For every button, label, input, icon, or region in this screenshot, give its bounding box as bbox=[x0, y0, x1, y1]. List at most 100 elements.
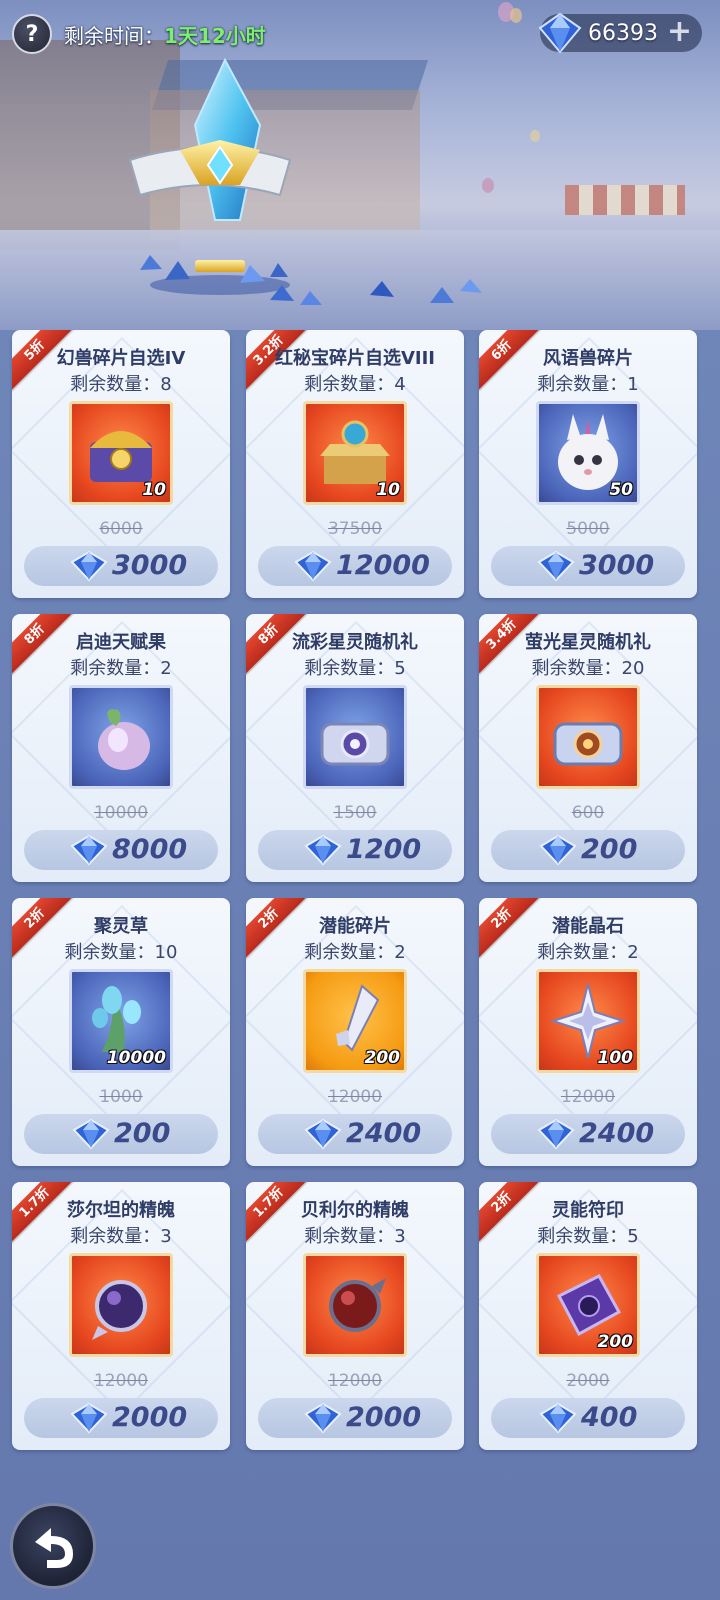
background-market-stall bbox=[565, 185, 685, 215]
item-stock: 剩余数量：2 bbox=[70, 658, 172, 679]
buy-button[interactable]: 8000 bbox=[24, 830, 218, 870]
diamond-gem-icon bbox=[304, 1402, 342, 1434]
original-price-value: 600 bbox=[571, 803, 605, 823]
red-soul-orb-icon-art bbox=[329, 1278, 386, 1332]
shop-item-card[interactable]: 3.2折 红秘宝碎片自选VIII 剩余数量：4 10 37500 12000 bbox=[246, 330, 464, 598]
shop-item-card[interactable]: 2折 聚灵草 剩余数量：10 10000 1000 200 bbox=[12, 898, 230, 1166]
item-name: 流彩星灵随机礼 bbox=[292, 632, 418, 653]
item-quantity: 10 bbox=[142, 480, 166, 500]
orb-chest-icon[interactable]: 10 bbox=[303, 401, 407, 505]
item-quantity: 200 bbox=[597, 1332, 634, 1352]
price-value: 200 bbox=[114, 1118, 171, 1149]
balloon-decoration bbox=[510, 8, 522, 23]
original-price-value: 1500 bbox=[333, 803, 377, 823]
original-price: 37500 bbox=[246, 519, 464, 539]
item-name: 萤光星灵随机礼 bbox=[525, 632, 651, 653]
item-name: 莎尔坦的精魄 bbox=[67, 1200, 175, 1221]
potential-shard-icon[interactable]: 200 bbox=[303, 969, 407, 1073]
buy-button[interactable]: 2000 bbox=[258, 1398, 452, 1438]
buy-button[interactable]: 200 bbox=[491, 830, 685, 870]
buy-button[interactable]: 2400 bbox=[491, 1114, 685, 1154]
buy-button[interactable]: 2400 bbox=[258, 1114, 452, 1154]
firefly-chest-icon[interactable] bbox=[536, 685, 640, 789]
item-name: 聚灵草 bbox=[94, 916, 148, 937]
red-soul-orb-icon[interactable] bbox=[303, 1253, 407, 1357]
diamond-gem-icon bbox=[537, 1118, 575, 1150]
diamond-gem-icon bbox=[72, 1118, 110, 1150]
price-value: 2000 bbox=[346, 1402, 422, 1433]
spirit-grass-icon[interactable]: 10000 bbox=[69, 969, 173, 1073]
shop-item-card[interactable]: 8折 启迪天赋果 剩余数量：2 10000 8000 bbox=[12, 614, 230, 882]
silver-chest-icon[interactable] bbox=[303, 685, 407, 789]
golden-chest-icon[interactable]: 10 bbox=[69, 401, 173, 505]
scattered-gems-icon bbox=[270, 279, 482, 305]
shop-item-card[interactable]: 2折 潜能碎片 剩余数量：2 200 12000 2400 bbox=[246, 898, 464, 1166]
help-button[interactable]: ? bbox=[12, 14, 52, 54]
diamond-gem-icon bbox=[70, 550, 108, 582]
diamond-gem-icon bbox=[70, 1402, 108, 1434]
original-price-value: 12000 bbox=[327, 1087, 383, 1107]
price-value: 8000 bbox=[112, 834, 188, 865]
plus-icon[interactable]: + bbox=[667, 15, 692, 49]
shop-item-card[interactable]: 3.4折 萤光星灵随机礼 剩余数量：20 600 200 bbox=[479, 614, 697, 882]
diamond-gem-icon bbox=[537, 550, 575, 582]
psionic-seal-icon[interactable]: 200 bbox=[536, 1253, 640, 1357]
silver-chest-icon-art bbox=[320, 722, 390, 766]
potential-crystal-icon[interactable]: 100 bbox=[536, 969, 640, 1073]
original-price: 10000 bbox=[12, 803, 230, 823]
back-button[interactable] bbox=[10, 1503, 96, 1589]
original-price-value: 2000 bbox=[566, 1371, 610, 1391]
white-beast-icon[interactable]: 50 bbox=[536, 401, 640, 505]
diamond-amount: 66393 bbox=[588, 21, 658, 46]
diamond-balance: 66393 + bbox=[538, 12, 702, 54]
diamond-gem-icon bbox=[294, 550, 332, 582]
original-price-value: 12000 bbox=[560, 1087, 616, 1107]
item-quantity: 10000 bbox=[106, 1048, 166, 1068]
balloon-decoration bbox=[530, 130, 540, 142]
original-price-value: 10000 bbox=[93, 803, 149, 823]
shop-item-card[interactable]: 2折 潜能晶石 剩余数量：2 100 12000 2400 bbox=[479, 898, 697, 1166]
buy-button[interactable]: 200 bbox=[24, 1114, 218, 1154]
original-price: 5000 bbox=[479, 519, 697, 539]
buy-button[interactable]: 2000 bbox=[24, 1398, 218, 1438]
item-name: 贝利尔的精魄 bbox=[301, 1200, 409, 1221]
shop-item-card[interactable]: 5折 幻兽碎片自选IV 剩余数量：8 10 6000 3000 bbox=[12, 330, 230, 598]
buy-button[interactable]: 12000 bbox=[258, 546, 452, 586]
item-stock: 剩余数量：4 bbox=[304, 374, 406, 395]
shop-item-card[interactable]: 1.7折 莎尔坦的精魄 剩余数量：3 12000 2000 bbox=[12, 1182, 230, 1450]
price-value: 12000 bbox=[336, 550, 430, 581]
item-name: 潜能碎片 bbox=[319, 916, 391, 937]
price-value: 3000 bbox=[579, 550, 655, 581]
buy-button[interactable]: 400 bbox=[491, 1398, 685, 1438]
diamond-gem-icon bbox=[304, 1118, 342, 1150]
price-value: 2400 bbox=[346, 1118, 422, 1149]
diamond-gem-icon bbox=[70, 834, 108, 866]
original-price: 12000 bbox=[479, 1087, 697, 1107]
back-arrow-icon bbox=[35, 1528, 73, 1568]
item-stock: 剩余数量：3 bbox=[304, 1226, 406, 1247]
remaining-time: 剩余时间：1天12小时 bbox=[64, 20, 266, 48]
original-price: 1500 bbox=[246, 803, 464, 823]
price-value: 2000 bbox=[112, 1402, 188, 1433]
shop-item-card[interactable]: 8折 流彩星灵随机礼 剩余数量：5 1500 1200 bbox=[246, 614, 464, 882]
purple-soul-orb-icon-art bbox=[92, 1280, 147, 1340]
shop-item-card[interactable]: 2折 灵能符印 剩余数量：5 200 2000 400 bbox=[479, 1182, 697, 1450]
diamond-gem-icon bbox=[538, 12, 582, 54]
price-value: 1200 bbox=[346, 834, 422, 865]
remaining-time-value: 1天12小时 bbox=[164, 24, 266, 48]
original-price: 12000 bbox=[246, 1087, 464, 1107]
original-price-value: 6000 bbox=[99, 519, 143, 539]
shop-item-card[interactable]: 1.7折 贝利尔的精魄 剩余数量：3 12000 2000 bbox=[246, 1182, 464, 1450]
original-price: 12000 bbox=[246, 1371, 464, 1391]
item-stock: 剩余数量：8 bbox=[70, 374, 172, 395]
item-stock: 剩余数量：3 bbox=[70, 1226, 172, 1247]
buy-button[interactable]: 3000 bbox=[491, 546, 685, 586]
talent-fruit-icon[interactable] bbox=[69, 685, 173, 789]
buy-button[interactable]: 1200 bbox=[258, 830, 452, 870]
original-price-value: 1000 bbox=[99, 1087, 143, 1107]
purple-soul-orb-icon[interactable] bbox=[69, 1253, 173, 1357]
diamond-gem-icon bbox=[304, 834, 342, 866]
buy-button[interactable]: 3000 bbox=[24, 546, 218, 586]
question-mark-icon: ? bbox=[25, 22, 39, 47]
shop-item-card[interactable]: 6折 风语兽碎片 剩余数量：1 50 5000 3000 bbox=[479, 330, 697, 598]
